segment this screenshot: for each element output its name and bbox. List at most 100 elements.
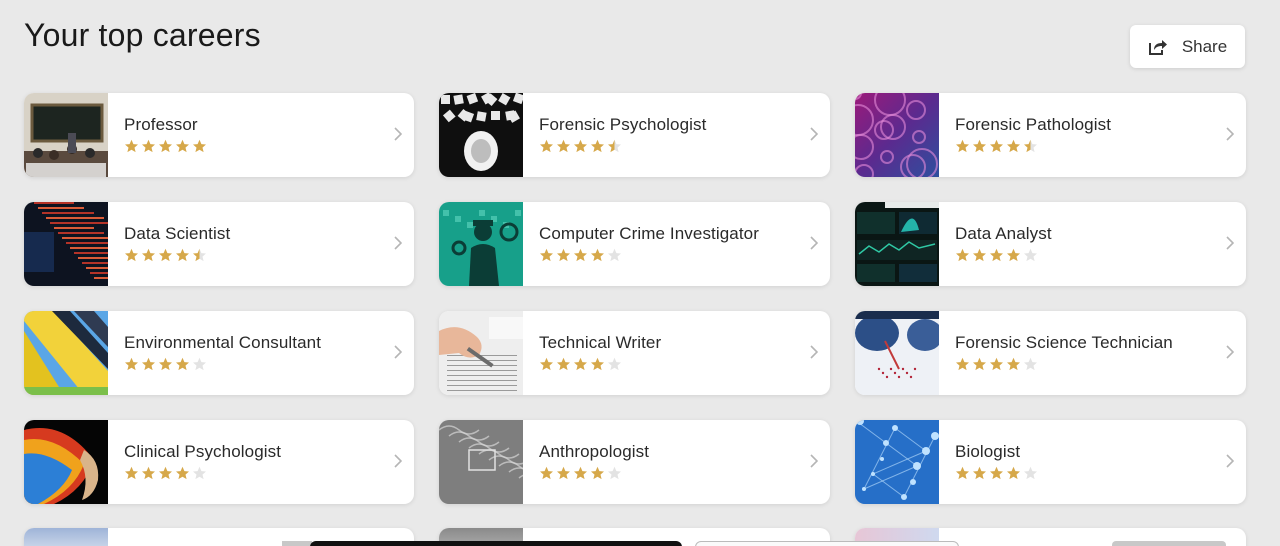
rating-stars [539, 357, 830, 371]
star-icon [124, 466, 139, 480]
rating-stars [539, 139, 830, 153]
career-thumbnail [439, 202, 523, 286]
career-card[interactable]: Data Scientist [24, 202, 414, 286]
star-icon [573, 357, 588, 371]
star-icon [1023, 139, 1038, 153]
chevron-right-icon[interactable] [1226, 236, 1235, 255]
career-thumbnail [24, 202, 108, 286]
rating-stars [955, 248, 1246, 262]
star-icon [607, 248, 622, 262]
star-icon [124, 357, 139, 371]
star-icon [192, 139, 207, 153]
career-thumbnail [24, 420, 108, 504]
career-title: Computer Crime Investigator [539, 224, 759, 243]
career-card[interactable]: Forensic Science Technician [855, 311, 1246, 395]
star-icon [556, 466, 571, 480]
chevron-right-icon[interactable] [810, 236, 819, 255]
career-card[interactable]: Anthropologist [439, 420, 830, 504]
star-icon [590, 248, 605, 262]
rating-stars [124, 466, 414, 480]
overlay-bar-light[interactable] [695, 541, 959, 546]
star-icon [989, 248, 1004, 262]
chevron-right-icon[interactable] [394, 127, 403, 146]
career-thumbnail [439, 93, 523, 177]
star-icon [607, 139, 622, 153]
star-icon [590, 357, 605, 371]
star-icon [573, 466, 588, 480]
star-icon [192, 466, 207, 480]
star-icon [1023, 357, 1038, 371]
star-icon [192, 248, 207, 262]
star-icon [175, 357, 190, 371]
career-card[interactable]: Biologist [855, 420, 1246, 504]
career-card[interactable]: Forensic Psychologist [439, 93, 830, 177]
career-card[interactable]: Forensic Pathologist [855, 93, 1246, 177]
career-thumbnail [24, 93, 108, 177]
star-icon [158, 466, 173, 480]
chevron-right-icon[interactable] [1226, 345, 1235, 364]
star-icon [989, 466, 1004, 480]
career-card[interactable]: Environmental Consultant [24, 311, 414, 395]
career-thumbnail [855, 93, 939, 177]
chevron-right-icon[interactable] [810, 127, 819, 146]
star-icon [158, 248, 173, 262]
rating-stars [124, 248, 414, 262]
star-icon [955, 139, 970, 153]
career-thumbnail [855, 420, 939, 504]
star-icon [175, 248, 190, 262]
star-icon [573, 139, 588, 153]
overlay-bar-dark[interactable] [310, 541, 682, 546]
chevron-right-icon[interactable] [1226, 454, 1235, 473]
overlay-bar-right [1112, 541, 1226, 546]
career-title: Data Scientist [124, 224, 231, 243]
share-button[interactable]: Share [1130, 25, 1245, 68]
star-icon [972, 139, 987, 153]
career-card[interactable]: Clinical Psychologist [24, 420, 414, 504]
career-title: Data Analyst [955, 224, 1052, 243]
star-icon [124, 248, 139, 262]
rating-stars [124, 139, 414, 153]
overlay-bar-left [282, 541, 312, 546]
share-label: Share [1181, 36, 1228, 56]
star-icon [141, 357, 156, 371]
career-title: Anthropologist [539, 442, 650, 461]
chevron-right-icon[interactable] [394, 236, 403, 255]
rating-stars [124, 357, 414, 371]
star-icon [158, 139, 173, 153]
star-icon [175, 466, 190, 480]
career-title: Environmental Consultant [124, 333, 322, 352]
rating-stars [955, 466, 1246, 480]
chevron-right-icon[interactable] [810, 345, 819, 364]
career-title: Technical Writer [539, 333, 662, 352]
chevron-right-icon[interactable] [394, 345, 403, 364]
career-card[interactable]: Professor [24, 93, 414, 177]
share-icon [1148, 38, 1168, 56]
career-thumbnail [855, 311, 939, 395]
star-icon [556, 248, 571, 262]
star-icon [972, 466, 987, 480]
star-icon [539, 248, 554, 262]
career-card[interactable]: Computer Crime Investigator [439, 202, 830, 286]
star-icon [989, 139, 1004, 153]
rating-stars [955, 139, 1246, 153]
star-icon [1006, 248, 1021, 262]
star-icon [1006, 357, 1021, 371]
chevron-right-icon[interactable] [394, 454, 403, 473]
chevron-right-icon[interactable] [1226, 127, 1235, 146]
career-card[interactable]: Technical Writer [439, 311, 830, 395]
career-thumbnail [439, 311, 523, 395]
star-icon [1006, 139, 1021, 153]
star-icon [539, 466, 554, 480]
star-icon [158, 357, 173, 371]
star-icon [607, 357, 622, 371]
star-icon [124, 139, 139, 153]
star-icon [556, 357, 571, 371]
chevron-right-icon[interactable] [810, 454, 819, 473]
careers-grid: Professor Forensic Psychologist Forensic P… [24, 93, 1246, 504]
star-icon [1023, 248, 1038, 262]
page-title: Your top careers [24, 17, 261, 53]
rating-stars [539, 466, 830, 480]
career-card[interactable]: Data Analyst [855, 202, 1246, 286]
rating-stars [955, 357, 1246, 371]
star-icon [539, 139, 554, 153]
